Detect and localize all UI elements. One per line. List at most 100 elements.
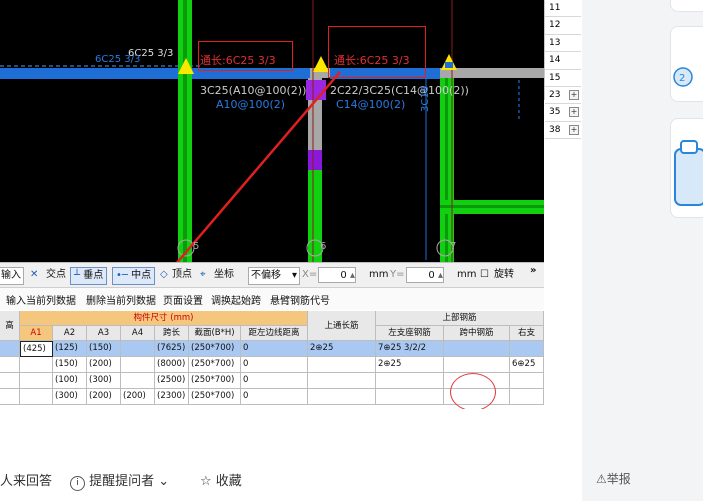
intersection-label[interactable]: 交点 [46,267,66,283]
y-coordinate-input[interactable]: 0 ▴ [406,267,444,283]
expand-icon[interactable]: + [569,89,579,100]
table-cell[interactable]: 0 [241,341,308,357]
invite-answer-link[interactable]: 人来回答 [0,470,52,489]
page-setup-button[interactable]: 页面设置 [163,292,203,307]
x-coordinate-input[interactable]: 0 ▴ [318,267,356,283]
table-cell[interactable]: 0 [241,357,308,373]
table-cell[interactable] [510,373,544,389]
snap-toolbar: 输入 ✕ 交点 ┴ 垂点 •─ 中点 ◇ 顶点 ⌖ 坐标 不偏移 ▾ X= 0 ▴… [0,262,544,288]
header-span[interactable]: 跨长 [155,326,189,341]
coin-icon: 2 [673,67,693,87]
swap-start-span-button[interactable]: 调换起始跨 [211,292,261,307]
table-cell[interactable]: 0 [241,389,308,405]
side-card-app[interactable] [670,118,703,218]
table-cell[interactable] [510,389,544,405]
header-right-support[interactable]: 右支 [510,326,544,341]
vertex-label[interactable]: 顶点 [172,267,192,283]
input-column-data-button[interactable]: 输入当前列数据 [6,292,76,307]
row-number-item[interactable]: 35 + [545,104,581,122]
header-mid-span[interactable]: 跨中钢筋 [444,326,510,341]
expand-icon[interactable]: + [569,124,579,135]
input-button[interactable]: 输入 [0,267,24,285]
table-cell[interactable]: (200) [121,389,155,405]
table-cell[interactable]: (2300) [155,389,189,405]
table-cell[interactable]: (2500) [155,373,189,389]
table-cell[interactable] [444,341,510,357]
rotate-checkbox[interactable]: ☐ [480,267,489,283]
delete-column-data-button[interactable]: 删除当前列数据 [86,292,156,307]
header-a1[interactable]: A1 [20,326,53,341]
offset-dropdown[interactable]: 不偏移 ▾ [248,267,300,285]
perpendicular-button[interactable]: ┴ 垂点 [70,267,108,285]
row-number-item[interactable]: 11 [545,0,581,18]
table-cell[interactable]: (125) [53,341,87,357]
table-cell[interactable]: (7625) [155,341,189,357]
table-cell[interactable]: (250*700) [189,389,241,405]
table-cell[interactable] [0,389,20,405]
remind-button[interactable]: i 提醒提问者 ⌄ [70,470,169,491]
favorite-button[interactable]: ☆ 收藏 [200,470,242,489]
table-cell[interactable] [510,341,544,357]
midpoint-button[interactable]: •─ 中点 [112,267,156,285]
expand-icon[interactable]: + [569,107,579,118]
cad-label-beam1-stirrup: A10@100(2) [216,98,286,111]
header-a2[interactable]: A2 [53,326,87,341]
table-cell[interactable] [308,373,376,389]
cantilever-code-button[interactable]: 悬臂钢筋代号 [270,292,330,307]
table-cell[interactable] [0,357,20,373]
table-cell[interactable]: 6⊕25 [510,357,544,373]
table-cell[interactable]: (300) [53,389,87,405]
table-cell[interactable] [444,357,510,373]
support-marker-2 [313,56,329,72]
vertex-icon[interactable]: ◇ [160,267,168,283]
midpoint-label: 中点 [131,270,152,281]
table-cell[interactable] [121,357,155,373]
table-cell[interactable]: (250*700) [189,357,241,373]
table-cell[interactable]: 2⊕25 [308,341,376,357]
table-cell-active[interactable]: (425) [20,341,53,357]
header-distance[interactable]: 距左边线距离 [241,326,308,341]
table-cell[interactable]: 2⊕25 [376,357,444,373]
table-cell[interactable]: (150) [53,357,87,373]
table-cell[interactable] [121,373,155,389]
cad-label-vertical: 3C18 [420,85,431,112]
table-cell[interactable] [308,357,376,373]
table-cell[interactable]: (300) [87,373,121,389]
side-card-top[interactable] [670,0,703,12]
table-cell[interactable] [20,373,53,389]
coordinate-icon[interactable]: ⌖ [200,267,206,283]
table-cell[interactable] [0,341,20,357]
table-cell[interactable]: (200) [87,389,121,405]
header-a3[interactable]: A3 [87,326,121,341]
row-number-item[interactable]: 23 + [545,87,581,105]
table-cell[interactable] [20,389,53,405]
row-number-item[interactable]: 13 [545,35,581,53]
intersection-icon[interactable]: ✕ [30,267,38,283]
table-cell[interactable]: (250*700) [189,373,241,389]
table-cell[interactable]: 7⊕25 3/2/2 [376,341,444,357]
report-button[interactable]: ⚠举报 [596,470,631,487]
table-cell[interactable]: (100) [53,373,87,389]
table-cell[interactable] [376,373,444,389]
row-number-item[interactable]: 14 [545,52,581,70]
coordinate-label[interactable]: 坐标 [214,267,234,283]
header-section[interactable]: 截面(B*H) [189,326,241,341]
more-tools-icon[interactable]: » [530,263,536,279]
table-cell[interactable]: 0 [241,373,308,389]
table-cell[interactable] [0,373,20,389]
header-a4[interactable]: A4 [121,326,155,341]
table-cell[interactable]: (150) [87,341,121,357]
table-cell[interactable] [121,341,155,357]
table-cell[interactable] [308,389,376,405]
table-cell[interactable]: (250*700) [189,341,241,357]
row-number-item[interactable]: 38 + [545,122,581,140]
table-cell[interactable]: (8000) [155,357,189,373]
table-cell[interactable] [376,389,444,405]
header-left-support[interactable]: 左支座钢筋 [376,326,444,341]
cad-canvas[interactable]: 6C25 3/3 6C25 3/3 通长:6C25 3/3 通长:6C25 3/… [0,0,544,262]
table-cell[interactable]: (200) [87,357,121,373]
row-number-item[interactable]: 15 [545,70,581,87]
row-number-item[interactable]: 12 [545,17,581,35]
table-cell[interactable] [20,357,53,373]
side-card-coin[interactable]: 2 [670,26,703,102]
